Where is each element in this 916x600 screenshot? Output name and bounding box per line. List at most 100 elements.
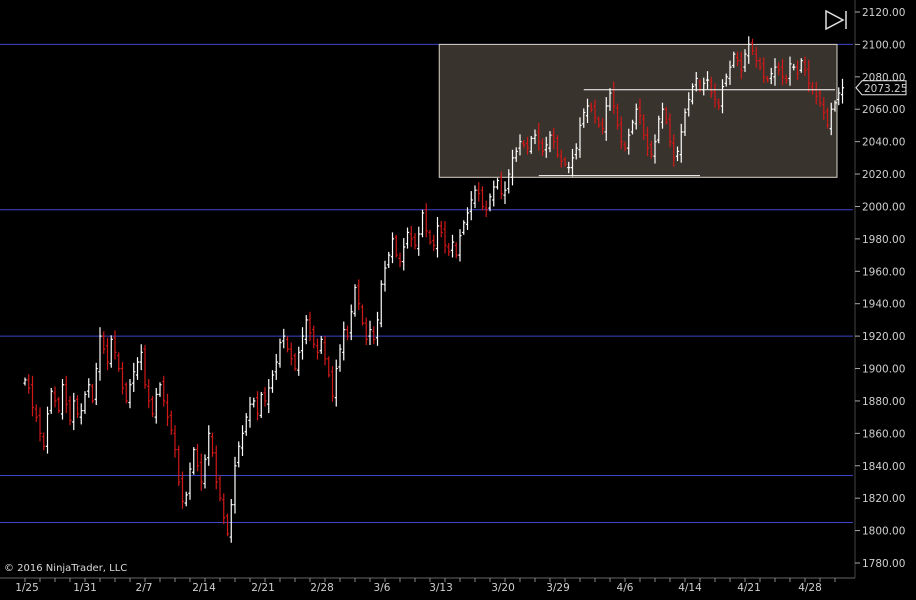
ohlc-bar (60, 379, 65, 420)
ohlc-bar (94, 362, 98, 405)
ohlc-bar (364, 317, 368, 346)
ohlc-bar (458, 229, 462, 262)
price-tick-label: 1940.00 (862, 299, 905, 311)
ohlc-bar (263, 387, 267, 407)
ohlc-bar (173, 425, 177, 458)
ohlc-bar (357, 279, 361, 311)
time-tick-label: 4/6 (617, 582, 634, 594)
ohlc-bar (495, 178, 500, 190)
ohlc-bar (450, 234, 455, 258)
time-tick-label: 2/7 (136, 582, 153, 594)
ohlc-bar (345, 325, 350, 341)
price-zone-rectangle[interactable] (438, 43, 838, 178)
ohlc-bar (420, 209, 425, 238)
ohlc-bar (113, 330, 117, 360)
ohlc-bar (49, 387, 53, 414)
ohlc-bar (53, 386, 57, 408)
ohlc-bar (158, 382, 162, 397)
ohlc-bar (342, 321, 346, 361)
price-tick-label: 2000.00 (862, 201, 905, 213)
ohlc-bar (240, 425, 245, 457)
price-tick-label: 1840.00 (862, 461, 905, 473)
ohlc-bar (413, 233, 417, 250)
ohlc-bar (465, 207, 470, 230)
ohlc-bar (435, 217, 440, 258)
ohlc-bar (90, 383, 95, 404)
ohlc-bar (372, 326, 376, 345)
ohlc-bar (222, 493, 226, 525)
price-tick-label: 1880.00 (862, 396, 905, 408)
ohlc-bar (218, 475, 222, 502)
ohlc-bar (207, 425, 211, 466)
time-tick-label: 1/25 (15, 582, 39, 594)
time-tick-label: 1/31 (73, 582, 97, 594)
ohlc-bar (165, 393, 170, 427)
ohlc-bar (432, 234, 436, 252)
price-tick-label: 1780.00 (862, 558, 905, 570)
ohlc-bar (45, 406, 50, 454)
time-tick-label: 2/14 (192, 582, 216, 594)
ohlc-bar (72, 392, 76, 431)
ohlc-bar (105, 337, 110, 371)
ohlc-bar (394, 234, 398, 258)
ohlc-bar (237, 441, 241, 468)
ohlc-bar (488, 193, 492, 212)
ohlc-bar (154, 387, 158, 424)
ohlc-bar (285, 336, 290, 353)
ohlc-bar (327, 356, 331, 378)
ohlc-bar (150, 396, 155, 418)
ohlc-bar (293, 353, 297, 371)
ohlc-bar (75, 395, 80, 418)
ohlc-bar (214, 445, 218, 490)
time-tick-label: 3/20 (491, 582, 515, 594)
ohlc-bar (428, 229, 432, 245)
ohlc-bar (409, 225, 413, 247)
ohlc-bar (102, 331, 106, 354)
ohlc-bar (360, 304, 365, 326)
ohlc-bar (334, 359, 338, 407)
time-tick-label: 3/13 (429, 582, 453, 594)
price-tick-label: 1820.00 (862, 493, 905, 505)
ohlc-bar (203, 454, 207, 489)
ohlc-bar (38, 407, 42, 442)
ohlc-price-chart[interactable]: 2120.002100.002080.002060.002040.002020.… (0, 0, 916, 600)
time-tick-label: 3/6 (374, 582, 391, 594)
ohlc-bar (417, 226, 421, 256)
ohlc-bar (162, 375, 166, 407)
ohlc-bar (319, 336, 323, 354)
ohlc-bar (192, 447, 196, 475)
ohlc-bar (289, 342, 293, 366)
ohlc-bar (57, 396, 61, 414)
ohlc-bar (229, 498, 233, 543)
ohlc-bar (124, 382, 128, 404)
ohlc-bar (398, 252, 402, 268)
ohlc-bar (469, 191, 473, 221)
ohlc-bar (225, 513, 230, 537)
ohlc-bar (480, 186, 485, 211)
ohlc-bar (424, 203, 428, 238)
copyright-text: © 2016 NinjaTrader, LLC (4, 563, 127, 574)
ohlc-bar (274, 353, 278, 380)
ohlc-bar (270, 370, 275, 393)
ohlc-bar (383, 260, 387, 292)
ohlc-bar (210, 432, 215, 457)
ohlc-bar (477, 182, 481, 202)
ohlc-bar (34, 404, 38, 423)
ohlc-bar (402, 238, 406, 271)
skip-to-end-icon[interactable] (825, 9, 847, 31)
price-tick-label: 1920.00 (862, 331, 905, 343)
ohlc-bar (42, 432, 46, 451)
ohlc-bar (462, 220, 466, 235)
ohlc-bar (405, 227, 410, 249)
price-tick-label: 1980.00 (862, 234, 905, 246)
ohlc-bar (180, 471, 185, 509)
ohlc-bar (83, 391, 87, 414)
ohlc-bar (454, 242, 458, 259)
ohlc-bar (30, 375, 35, 417)
ohlc-bar (330, 366, 335, 402)
ohlc-bar (128, 379, 132, 409)
ohlc-bar (143, 345, 147, 389)
ohlc-bar (87, 378, 91, 398)
ohlc-bar (177, 445, 181, 487)
price-tick-label: 1900.00 (862, 364, 905, 376)
